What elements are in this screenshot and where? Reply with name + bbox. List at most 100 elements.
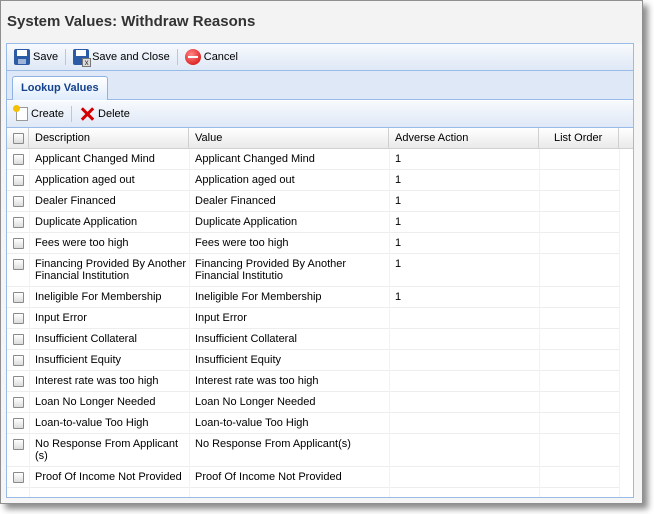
cell-adverse-action: 1	[395, 153, 402, 165]
column-header-adverse-action[interactable]: Adverse Action	[389, 128, 539, 149]
grid-toolbar: Create Delete	[7, 101, 633, 128]
cell-list-order	[539, 254, 619, 258]
cell-description: Ineligible For Membership	[35, 291, 162, 303]
table-row[interactable]: Interest rate was too high Interest rate …	[7, 371, 619, 392]
cell-adverse-action	[389, 371, 539, 375]
cell-value: Applicant Changed Mind	[195, 153, 315, 165]
cell-list-order	[539, 392, 619, 396]
column-divider	[29, 149, 30, 497]
cell-value: Financing Provided By Another Financial …	[195, 258, 347, 282]
table-row[interactable]: Loan No Longer Needed Loan No Longer Need…	[7, 392, 619, 413]
cell-adverse-action: 1	[395, 291, 402, 303]
table-row[interactable]: Loan-to-value Too High Loan-to-value Too …	[7, 413, 619, 434]
row-checkbox[interactable]	[13, 376, 24, 387]
cell-description: Loan No Longer Needed	[35, 396, 156, 408]
cell-value: Application aged out	[195, 174, 295, 186]
cell-list-order	[539, 191, 619, 195]
table-row[interactable]: Financing Provided By Another Financial …	[7, 254, 619, 287]
column-header-list-order[interactable]: List Order	[539, 128, 619, 149]
row-checkbox[interactable]	[13, 355, 24, 366]
row-checkbox[interactable]	[13, 217, 24, 228]
table-row[interactable]: Applicant Changed Mind Applicant Changed …	[7, 149, 619, 170]
row-checkbox[interactable]	[13, 238, 24, 249]
row-checkbox[interactable]	[13, 259, 24, 270]
row-checkbox[interactable]	[13, 334, 24, 345]
row-checkbox[interactable]	[13, 472, 24, 483]
save-label: Save	[33, 51, 59, 63]
cancel-icon	[184, 49, 201, 65]
cell-description: Insufficient Collateral	[35, 333, 137, 345]
table-row[interactable]: Ineligible For Membership Ineligible For …	[7, 287, 619, 308]
cell-adverse-action	[389, 467, 539, 471]
cell-adverse-action	[389, 329, 539, 333]
cell-list-order	[539, 233, 619, 237]
row-checkbox[interactable]	[13, 175, 24, 186]
row-checkbox[interactable]	[13, 154, 24, 165]
select-all-checkbox[interactable]	[13, 133, 24, 144]
cell-value: Interest rate was too high	[195, 375, 319, 387]
cell-adverse-action	[389, 308, 539, 312]
toolbar-separator	[176, 49, 178, 65]
cell-description: Insufficient Equity	[35, 354, 122, 366]
cell-list-order	[539, 149, 619, 153]
cell-adverse-action: 1	[395, 216, 402, 228]
grid-header: Description Value Adverse Action List Or…	[7, 128, 633, 149]
save-button[interactable]: Save	[10, 46, 62, 68]
table-row[interactable]: Proof Of Income Not Provided Proof Of Inc…	[7, 467, 619, 488]
row-checkbox[interactable]	[13, 439, 24, 450]
cell-description: Dealer Financed	[35, 195, 116, 207]
cell-list-order	[539, 434, 619, 438]
row-checkbox[interactable]	[13, 397, 24, 408]
table-row[interactable]: No Response From Applicant (s) No Respons…	[7, 434, 619, 467]
create-label: Create	[31, 108, 65, 120]
table-row[interactable]: Duplicate Application Duplicate Applicati…	[7, 212, 619, 233]
create-button[interactable]: Create	[10, 103, 68, 125]
tab-lookup-values[interactable]: Lookup Values	[12, 76, 108, 100]
cell-adverse-action	[389, 413, 539, 417]
cancel-label: Cancel	[203, 51, 238, 63]
cell-description: Interest rate was too high	[35, 375, 159, 387]
table-row[interactable]: Application aged out Application aged out…	[7, 170, 619, 191]
save-and-close-icon: x	[73, 49, 92, 67]
table-row[interactable]: Insufficient Collateral Insufficient Coll…	[7, 329, 619, 350]
cell-adverse-action	[389, 350, 539, 354]
save-and-close-button[interactable]: x Save and Close	[69, 46, 174, 68]
title-bar: System Values: Withdraw Reasons	[1, 1, 642, 43]
cell-adverse-action	[389, 434, 539, 438]
row-checkbox[interactable]	[13, 196, 24, 207]
row-checkbox[interactable]	[13, 313, 24, 324]
cell-value: No Response From Applicant(s)	[195, 438, 351, 450]
cell-list-order	[539, 329, 619, 333]
cell-value: Insufficient Equity	[195, 354, 282, 366]
cell-description: Proof Of Income Not Provided	[35, 471, 182, 483]
red-x-delete-icon	[79, 106, 95, 122]
save-and-close-label: Save and Close	[92, 51, 170, 63]
table-row[interactable]: Dealer Financed Dealer Financed 1	[7, 191, 619, 212]
cancel-button[interactable]: Cancel	[181, 46, 242, 68]
cell-list-order	[539, 350, 619, 354]
cell-value: Duplicate Application	[195, 216, 298, 228]
window-title: System Values: Withdraw Reasons	[7, 13, 256, 30]
cell-list-order	[539, 212, 619, 216]
column-header-value[interactable]: Value	[189, 128, 389, 149]
header-scroll-spacer	[619, 128, 633, 149]
delete-button[interactable]: Delete	[75, 103, 134, 125]
floppy-disk-icon	[14, 49, 30, 65]
cell-description: Financing Provided By Another Financial …	[35, 258, 187, 282]
column-divider	[389, 149, 390, 497]
row-checkbox[interactable]	[13, 292, 24, 303]
row-checkbox[interactable]	[13, 418, 24, 429]
column-divider	[539, 149, 540, 497]
cell-value: Input Error	[195, 312, 247, 324]
table-row[interactable]: Input Error Input Error	[7, 308, 619, 329]
cell-value: Proof Of Income Not Provided	[195, 471, 342, 483]
new-document-icon	[13, 105, 28, 121]
cell-list-order	[539, 413, 619, 417]
cell-value: Insufficient Collateral	[195, 333, 297, 345]
toolbar-separator	[65, 49, 67, 65]
table-row[interactable]: Insufficient Equity Insufficient Equity	[7, 350, 619, 371]
column-divider	[189, 149, 190, 497]
cell-description: Applicant Changed Mind	[35, 153, 155, 165]
column-header-description[interactable]: Description	[29, 128, 189, 149]
table-row[interactable]: Fees were too high Fees were too high 1	[7, 233, 619, 254]
